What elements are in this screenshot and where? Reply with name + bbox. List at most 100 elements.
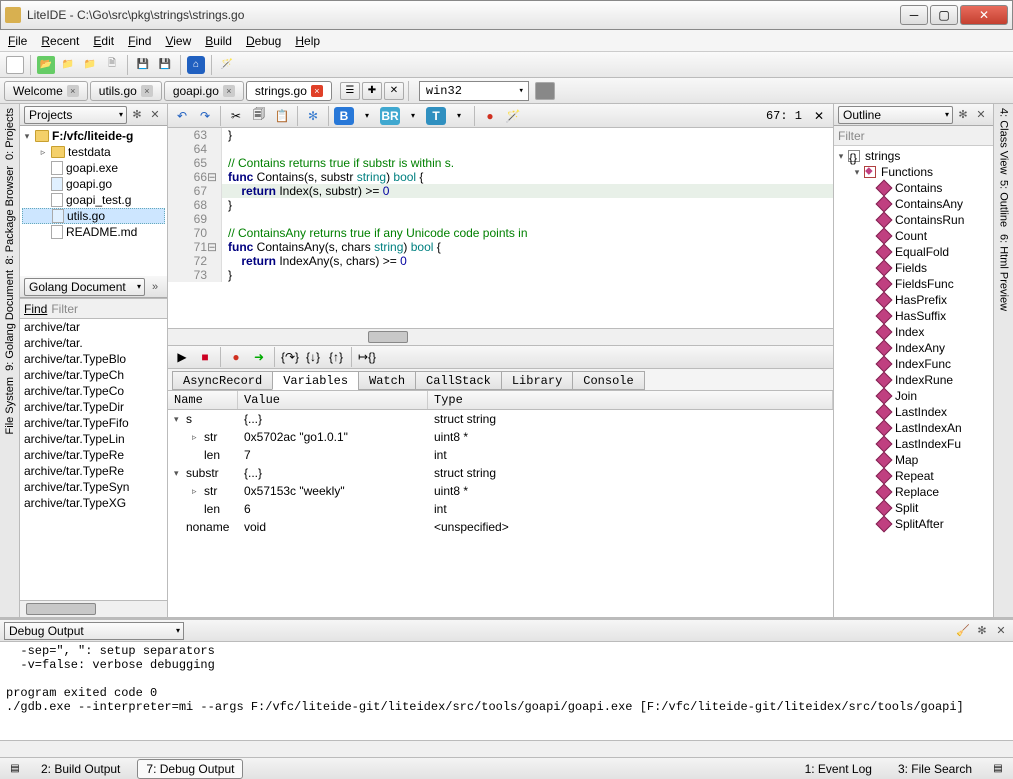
tree-root[interactable]: ▾F:/vfc/liteide-g [22, 128, 165, 144]
outline-func[interactable]: Contains [836, 180, 991, 196]
build-dd-icon[interactable]: ▾ [357, 107, 377, 125]
doc-item[interactable]: archive/tar.TypeDir [20, 399, 167, 415]
step-out-icon[interactable]: {↑} [326, 348, 346, 366]
folder-icon[interactable]: 📁 [59, 56, 77, 74]
tree-node[interactable]: goapi.go [22, 176, 165, 192]
debug-output-combo[interactable]: Debug Output [4, 622, 184, 640]
run-dd-icon[interactable]: ▾ [403, 107, 423, 125]
outline-func[interactable]: IndexFunc [836, 356, 991, 372]
sidebar-tab[interactable]: 0: Projects [4, 108, 16, 160]
tree-node[interactable]: ▹testdata [22, 144, 165, 160]
doc-item[interactable]: archive/tar.TypeRe [20, 463, 167, 479]
saveall-icon[interactable]: 💾 [156, 56, 174, 74]
outline-func[interactable]: Split [836, 500, 991, 516]
doc-item[interactable]: archive/tar. [20, 335, 167, 351]
menu-find[interactable]: Find [128, 34, 151, 48]
doc-item[interactable]: archive/tar.TypeLin [20, 431, 167, 447]
platform-combo[interactable]: win32 [419, 81, 529, 101]
tab-close-icon[interactable]: × [67, 85, 79, 97]
menu-file[interactable]: File [8, 34, 27, 48]
step-into-icon[interactable]: {↓} [303, 348, 323, 366]
outline-functions[interactable]: ▾Functions [836, 164, 991, 180]
var-row[interactable]: ▹str0x5702ac "go1.0.1"uint8 * [168, 428, 833, 446]
file-icon[interactable]: 🗎 [103, 56, 121, 74]
paste-icon[interactable]: 📋 [272, 107, 292, 125]
close-tab-icon[interactable]: ✕ [384, 82, 404, 100]
debug-tab-asyncrecord[interactable]: AsyncRecord [172, 371, 273, 390]
menu-recent[interactable]: Recent [41, 34, 79, 48]
undo-icon[interactable]: ↶ [172, 107, 192, 125]
close-icon[interactable]: ✕ [993, 623, 1009, 639]
step-over-icon[interactable]: {↷} [280, 348, 300, 366]
outline-func[interactable]: ContainsRun [836, 212, 991, 228]
redo-icon[interactable]: ↷ [195, 107, 215, 125]
tab-close-icon[interactable]: × [141, 85, 153, 97]
golang-doc-list[interactable]: archive/tararchive/tar.archive/tar.TypeB… [20, 318, 167, 600]
outline-func[interactable]: ContainsAny [836, 196, 991, 212]
home-icon[interactable]: ⌂ [187, 56, 205, 74]
debug-tab-variables[interactable]: Variables [272, 371, 359, 390]
run-to-icon[interactable]: ↦{} [357, 348, 377, 366]
outline-func[interactable]: FieldsFunc [836, 276, 991, 292]
tab-close-icon[interactable]: × [223, 85, 235, 97]
gear-icon[interactable]: ✻ [955, 107, 971, 123]
close-panel-icon[interactable]: ✕ [147, 107, 163, 123]
clear-icon[interactable]: 🧹 [955, 623, 971, 639]
menu-help[interactable]: Help [295, 34, 320, 48]
var-row[interactable]: len6int [168, 500, 833, 518]
editor-hscroll[interactable] [168, 328, 833, 345]
sidebar-tab[interactable]: File System [4, 377, 16, 434]
breakpoint-icon[interactable]: ● [226, 348, 246, 366]
menu-edit[interactable]: Edit [93, 34, 114, 48]
tree-node[interactable]: README.md [22, 224, 165, 240]
debug-output-btn[interactable]: 7: Debug Output [137, 759, 243, 779]
outline-func[interactable]: Fields [836, 260, 991, 276]
menu-build[interactable]: Build [205, 34, 232, 48]
tab-close-icon[interactable]: × [311, 85, 323, 97]
tree-node[interactable]: goapi_test.g [22, 192, 165, 208]
debug-start-icon[interactable]: ▶ [172, 348, 192, 366]
sidebar-tab[interactable]: 5: Outline [998, 180, 1010, 227]
hscroll[interactable] [20, 600, 167, 617]
record-icon[interactable]: ● [480, 107, 500, 125]
save-icon[interactable]: 💾 [134, 56, 152, 74]
debug-tab-watch[interactable]: Watch [358, 371, 416, 390]
test-dd-icon[interactable]: ▾ [449, 107, 469, 125]
folder2-icon[interactable]: 📁 [81, 56, 99, 74]
build-icon[interactable]: B [334, 107, 354, 125]
maximize-button[interactable]: ▢ [930, 5, 958, 25]
wizard-icon[interactable]: 🪄 [218, 56, 236, 74]
sidebar-tab[interactable]: 8: Package Browser [4, 166, 16, 264]
outline-func[interactable]: HasSuffix [836, 308, 991, 324]
outline-func[interactable]: LastIndexAn [836, 420, 991, 436]
close-panel-icon[interactable]: ✕ [973, 107, 989, 123]
sidebar-tab[interactable]: 6: Html Preview [998, 234, 1010, 311]
add-tab-icon[interactable]: ✚ [362, 82, 382, 100]
outline-filter[interactable]: Filter [834, 126, 993, 146]
minimize-button[interactable]: ─ [900, 5, 928, 25]
doc-item[interactable]: archive/tar.TypeRe [20, 447, 167, 463]
debug-tab-library[interactable]: Library [501, 371, 573, 390]
tab-Welcome[interactable]: Welcome× [4, 81, 88, 101]
outline-func[interactable]: LastIndexFu [836, 436, 991, 452]
outline-func[interactable]: Index [836, 324, 991, 340]
variables-panel[interactable]: Name Value Type ▾s{...}struct string▹str… [168, 391, 833, 617]
var-row[interactable]: nonamevoid<unspecified> [168, 518, 833, 536]
doc-item[interactable]: archive/tar [20, 319, 167, 335]
gear2-icon[interactable]: ✻ [303, 107, 323, 125]
test-icon[interactable]: T [426, 107, 446, 125]
var-row[interactable]: len7int [168, 446, 833, 464]
tab-strings.go[interactable]: strings.go× [246, 81, 332, 101]
sidebar-tab[interactable]: 9: Golang Document [4, 270, 16, 371]
open-folder-icon[interactable]: 📂 [37, 56, 55, 74]
golang-doc-combo[interactable]: Golang Document [24, 278, 145, 296]
tree-node[interactable]: utils.go [22, 208, 165, 224]
tree-node[interactable]: goapi.exe [22, 160, 165, 176]
menu-view[interactable]: View [165, 34, 191, 48]
tab-utils.go[interactable]: utils.go× [90, 81, 162, 101]
outline-func[interactable]: IndexAny [836, 340, 991, 356]
project-tree[interactable]: ▾F:/vfc/liteide-g▹testdatagoapi.exegoapi… [20, 126, 167, 276]
gear-icon[interactable]: ✻ [974, 623, 990, 639]
doc-item[interactable]: archive/tar.TypeXG [20, 495, 167, 511]
outline-pkg[interactable]: ▾{}strings [836, 148, 991, 164]
